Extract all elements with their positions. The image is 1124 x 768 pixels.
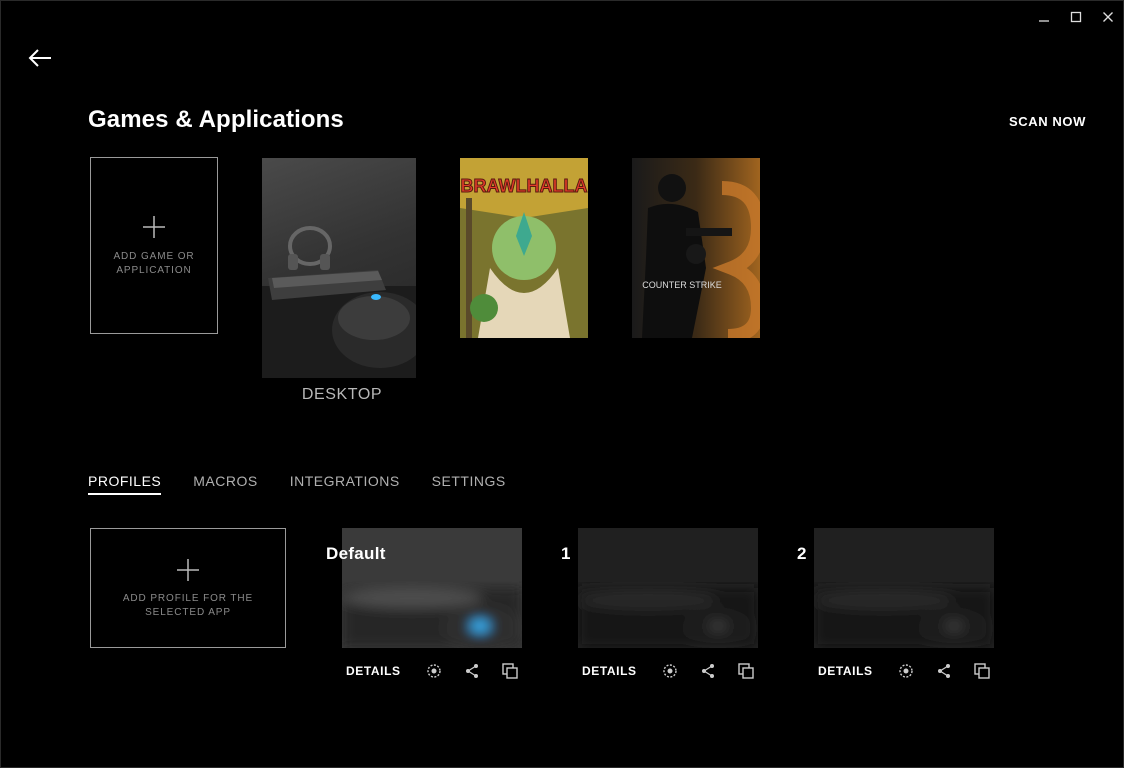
desktop-mouse-keyboard-image	[262, 226, 416, 378]
profile-name: 2	[797, 544, 807, 563]
section-tabs: PROFILES MACROS INTEGRATIONS SETTINGS	[88, 473, 506, 495]
profile-name: 1	[561, 544, 571, 563]
tab-settings[interactable]: SETTINGS	[432, 473, 506, 495]
tab-integrations[interactable]: INTEGRATIONS	[290, 473, 400, 495]
back-arrow-icon[interactable]	[26, 46, 54, 70]
share-icon[interactable]	[463, 662, 481, 680]
scan-now-button[interactable]: SCAN NOW	[1009, 114, 1086, 129]
details-button[interactable]: DETAILS	[346, 664, 401, 678]
profile-card-2[interactable]	[814, 528, 994, 648]
desktop-label: DESKTOP	[301, 386, 383, 403]
add-game-button[interactable]: ADD GAME OR APPLICATION	[90, 157, 218, 334]
profile-thumbnail-image	[578, 528, 758, 648]
share-icon[interactable]	[699, 662, 717, 680]
plus-icon	[177, 559, 199, 586]
game-tile-desktop[interactable]	[262, 158, 416, 378]
add-game-label: ADD GAME OR APPLICATION	[113, 251, 195, 276]
profile-name: Default	[326, 544, 386, 563]
profile-actions: DETAILS	[582, 662, 775, 680]
profile-card-1[interactable]	[578, 528, 758, 648]
tab-macros[interactable]: MACROS	[193, 473, 257, 495]
details-button[interactable]: DETAILS	[582, 664, 637, 678]
brawlhalla-cover-image: BRAWLHALLA	[460, 158, 588, 338]
game-mode-icon[interactable]	[897, 662, 915, 680]
game-mode-icon[interactable]	[425, 662, 443, 680]
plus-icon	[143, 216, 165, 243]
profile-actions: DETAILS	[818, 662, 1011, 680]
add-profile-button[interactable]: ADD PROFILE FOR THE SELECTED APP	[90, 528, 286, 648]
profile-actions: DETAILS	[346, 662, 539, 680]
svg-text:BRAWLHALLA: BRAWLHALLA	[461, 176, 588, 196]
duplicate-icon[interactable]	[501, 662, 519, 680]
add-profile-label: ADD PROFILE FOR THE SELECTED APP	[122, 593, 254, 618]
maximize-icon[interactable]	[1066, 8, 1086, 26]
duplicate-icon[interactable]	[973, 662, 991, 680]
game-tile-counter-strike[interactable]: COUNTER STRIKE	[632, 158, 760, 338]
details-button[interactable]: DETAILS	[818, 664, 873, 678]
close-icon[interactable]	[1098, 8, 1118, 26]
tab-profiles[interactable]: PROFILES	[88, 473, 162, 495]
page-title: Games & Applications	[88, 106, 344, 133]
counter-strike-cover-image: COUNTER STRIKE	[632, 158, 760, 338]
duplicate-icon[interactable]	[737, 662, 755, 680]
minimize-icon[interactable]	[1034, 8, 1054, 26]
profile-thumbnail-image	[814, 528, 994, 648]
svg-text:COUNTER STRIKE: COUNTER STRIKE	[642, 280, 722, 290]
game-tile-brawlhalla[interactable]: BRAWLHALLA	[460, 158, 588, 338]
game-mode-icon[interactable]	[661, 662, 679, 680]
share-icon[interactable]	[935, 662, 953, 680]
